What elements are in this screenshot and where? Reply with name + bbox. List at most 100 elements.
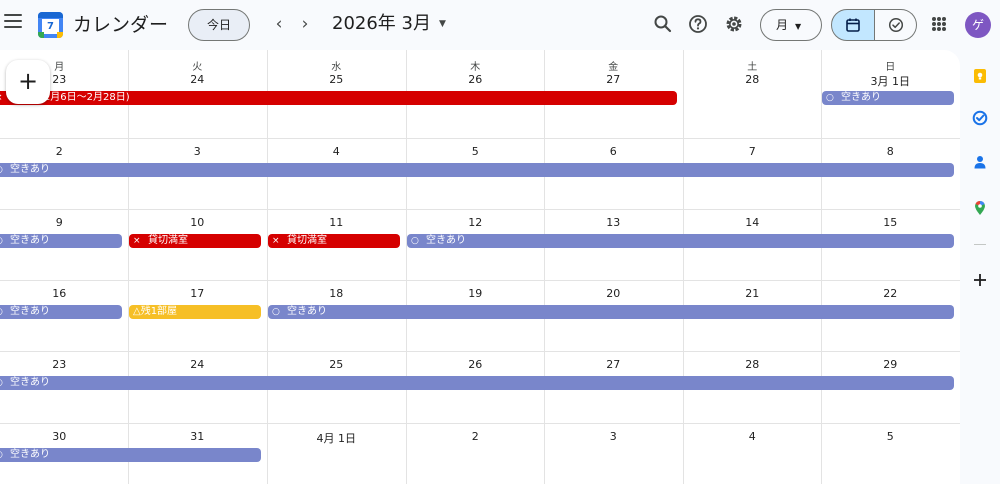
calendar-view-toggle[interactable] — [831, 9, 875, 41]
event-status-icon: ○ — [0, 163, 10, 177]
day-number[interactable]: 10 — [128, 216, 267, 229]
today-button[interactable]: 今日 — [188, 9, 250, 41]
search-icon[interactable] — [651, 12, 675, 36]
week-divider — [0, 280, 960, 281]
day-number[interactable]: 19 — [406, 287, 545, 300]
event-chip[interactable]: ○空きあり — [0, 376, 954, 390]
day-number[interactable]: 9 — [0, 216, 129, 229]
day-number[interactable]: 18 — [267, 287, 406, 300]
app-title: カレンダー — [73, 14, 169, 36]
day-number[interactable]: 22 — [821, 287, 960, 300]
create-button[interactable]: + — [6, 60, 50, 104]
day-number[interactable]: 4月 1日 — [267, 430, 406, 446]
day-number[interactable]: 15 — [821, 216, 960, 229]
day-number[interactable]: 5 — [406, 145, 545, 158]
day-number[interactable]: 14 — [683, 216, 822, 229]
day-number[interactable]: 4 — [683, 430, 822, 443]
column-divider — [821, 50, 822, 484]
day-number[interactable]: 20 — [544, 287, 683, 300]
day-number[interactable]: 25 — [267, 73, 406, 86]
task-check-icon — [888, 17, 904, 33]
day-number[interactable]: 2 — [0, 145, 129, 158]
column-divider — [544, 50, 545, 484]
day-number[interactable]: 4 — [267, 145, 406, 158]
day-number[interactable]: 3 — [544, 430, 683, 443]
event-chip[interactable]: ○空きあり — [0, 448, 261, 462]
day-number[interactable]: 17 — [128, 287, 267, 300]
event-status-icon: ○ — [0, 448, 10, 462]
add-addon-icon[interactable] — [972, 272, 988, 288]
day-number[interactable]: 12 — [406, 216, 545, 229]
caret-down-icon: ▼ — [438, 19, 446, 29]
weekday-header: 木 — [470, 62, 481, 73]
event-status-icon: × — [272, 236, 280, 246]
event-chip[interactable]: ○空きあり — [0, 305, 122, 319]
help-icon[interactable] — [686, 12, 710, 36]
event-chip[interactable]: ○空きあり — [822, 91, 954, 105]
current-period[interactable]: 2026年 3月 ▼ — [332, 11, 446, 37]
day-number[interactable]: 6 — [544, 145, 683, 158]
day-number[interactable]: 29 — [821, 358, 960, 371]
day-number[interactable]: 13 — [544, 216, 683, 229]
side-panel — [960, 50, 1000, 484]
event-chip[interactable]: ○空きあり — [0, 163, 954, 177]
event-title: 空きあり — [10, 449, 50, 460]
day-number[interactable]: 28 — [683, 73, 822, 86]
day-number[interactable]: 3月 1日 — [821, 73, 960, 89]
gear-icon[interactable] — [722, 12, 746, 36]
day-number[interactable]: 2 — [406, 430, 545, 443]
google-apps-icon[interactable] — [932, 17, 946, 31]
view-select[interactable]: 月 ▼ — [760, 9, 822, 41]
day-number[interactable]: 28 — [683, 358, 822, 371]
event-title: 空きあり — [10, 164, 50, 175]
account-avatar[interactable]: ゲ — [965, 12, 991, 38]
day-number[interactable]: 23 — [0, 358, 129, 371]
day-number[interactable]: 8 — [821, 145, 960, 158]
day-number[interactable]: 27 — [544, 358, 683, 371]
event-title: 空きあり — [841, 92, 881, 103]
view-select-label: 月 — [776, 18, 789, 32]
day-number[interactable]: 24 — [128, 358, 267, 371]
tasks-view-toggle[interactable] — [875, 9, 917, 41]
event-title: 貸切満室 — [287, 235, 327, 246]
event-chip[interactable]: △残1部屋 — [129, 305, 261, 319]
event-status-icon: ○ — [0, 376, 10, 390]
event-chip[interactable]: ○空きあり — [0, 234, 122, 248]
event-chip[interactable]: × 貸切満室 — [129, 234, 261, 248]
day-number[interactable]: 26 — [406, 73, 545, 86]
day-number[interactable]: 27 — [544, 73, 683, 86]
event-chip[interactable]: ○空きあり — [268, 305, 954, 319]
contacts-icon[interactable] — [972, 154, 988, 170]
week-divider — [0, 351, 960, 352]
day-number[interactable]: 21 — [683, 287, 822, 300]
event-title: 空きあり — [426, 235, 466, 246]
event-status-icon: × — [133, 236, 141, 246]
main-menu-icon[interactable] — [4, 14, 22, 30]
event-title: △残1部屋 — [133, 306, 178, 317]
event-title: 空きあり — [10, 306, 50, 317]
event-status-icon: ○ — [411, 236, 419, 246]
maps-icon[interactable] — [972, 200, 988, 216]
day-number[interactable]: 3 — [128, 145, 267, 158]
month-grid: 月火水木金土日 23 24 25 26 27 28 3月 1日 2 3 4 5 6 7 8 9 10 11 12 13… — [0, 50, 960, 484]
day-number[interactable]: 24 — [128, 73, 267, 86]
day-number[interactable]: 30 — [0, 430, 129, 443]
calendar-icon — [846, 18, 860, 32]
event-title: 空きあり — [10, 235, 50, 246]
tasks-icon[interactable] — [972, 110, 988, 126]
event-chip[interactable]: ×冬休館(1月6日〜2月28日) — [0, 91, 677, 105]
day-number[interactable]: 31 — [128, 430, 267, 443]
keep-icon[interactable] — [972, 68, 988, 84]
event-chip[interactable]: ○ 空きあり — [407, 234, 954, 248]
side-panel-divider — [974, 244, 986, 245]
day-number[interactable]: 11 — [267, 216, 406, 229]
event-chip[interactable]: × 貸切満室 — [268, 234, 400, 248]
day-number[interactable]: 25 — [267, 358, 406, 371]
top-bar: 7 カレンダー 今日 ‹ › 2026年 3月 ▼ 月 ▼ ゲ — [0, 0, 1000, 50]
previous-month-button[interactable]: ‹ — [268, 13, 290, 35]
day-number[interactable]: 16 — [0, 287, 129, 300]
day-number[interactable]: 26 — [406, 358, 545, 371]
next-month-button[interactable]: › — [294, 13, 316, 35]
day-number[interactable]: 5 — [821, 430, 960, 443]
day-number[interactable]: 7 — [683, 145, 822, 158]
